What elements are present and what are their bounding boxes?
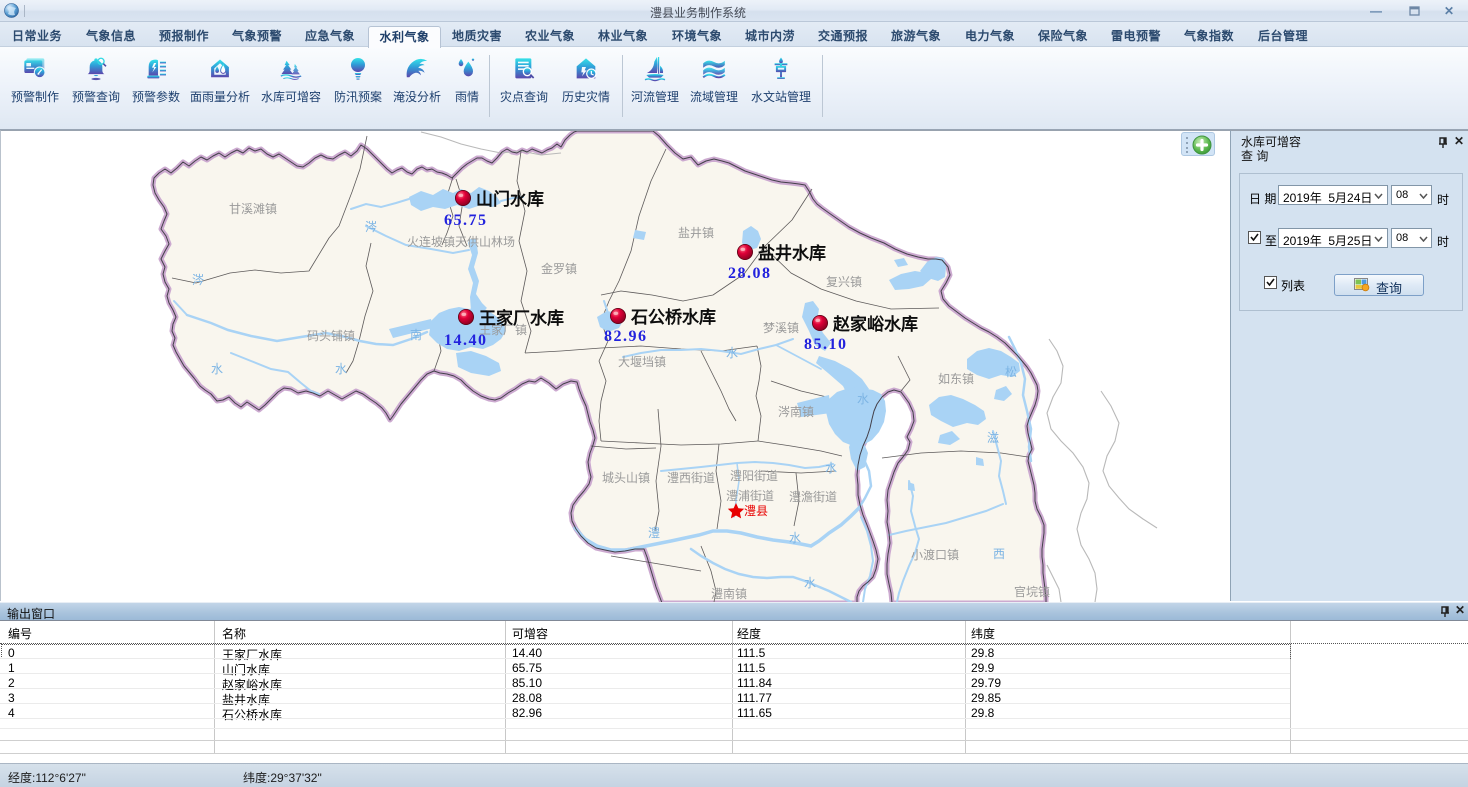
- svg-text:复兴镇: 复兴镇: [826, 275, 862, 289]
- svg-text:小渡口镇: 小渡口镇: [911, 547, 959, 562]
- svg-text:码头铺镇: 码头铺镇: [307, 329, 355, 343]
- svg-text:盐井水库: 盐井水库: [758, 243, 826, 263]
- svg-text:水: 水: [789, 531, 801, 545]
- svg-text:官垸镇: 官垸镇: [1014, 584, 1050, 599]
- svg-text:85.10: 85.10: [804, 336, 848, 353]
- svg-text:赵家峪水库: 赵家峪水库: [832, 314, 918, 334]
- svg-text:澧浦街道: 澧浦街道: [726, 489, 774, 503]
- svg-text:西: 西: [993, 547, 1005, 561]
- svg-text:山门水库: 山门水库: [476, 189, 544, 209]
- svg-text:火连坡镇: 火连坡镇: [407, 234, 455, 249]
- svg-text:14.40: 14.40: [444, 332, 488, 349]
- svg-text:水: 水: [804, 576, 816, 590]
- svg-text:南: 南: [410, 327, 422, 342]
- svg-text:滋: 滋: [987, 431, 999, 445]
- svg-text:澧澹街道: 澧澹街道: [789, 490, 837, 504]
- svg-text:水: 水: [726, 346, 738, 360]
- svg-text:涔南镇: 涔南镇: [778, 404, 814, 419]
- svg-text:澧县: 澧县: [744, 504, 768, 518]
- svg-text:28.08: 28.08: [728, 265, 772, 282]
- svg-text:梦溪镇: 梦溪镇: [763, 321, 799, 335]
- svg-text:大堰垱镇: 大堰垱镇: [618, 355, 666, 369]
- svg-text:如东镇: 如东镇: [938, 371, 974, 386]
- svg-text:澧西街道: 澧西街道: [667, 471, 715, 485]
- svg-text:水: 水: [211, 362, 223, 376]
- svg-text:澧: 澧: [648, 526, 660, 540]
- svg-text:澧南镇: 澧南镇: [711, 586, 747, 601]
- svg-text:城头山镇: 城头山镇: [602, 471, 650, 485]
- svg-text:水: 水: [335, 362, 347, 376]
- svg-text:王家厂水库: 王家厂水库: [479, 308, 564, 328]
- svg-text:水: 水: [825, 461, 837, 475]
- svg-text:82.96: 82.96: [604, 328, 648, 345]
- svg-text:天供山林场: 天供山林场: [455, 235, 515, 249]
- svg-text:涔: 涔: [192, 273, 204, 287]
- svg-text:水: 水: [857, 392, 869, 406]
- svg-text:盐井镇: 盐井镇: [678, 226, 714, 240]
- svg-text:金罗镇: 金罗镇: [541, 261, 577, 276]
- svg-text:甘溪滩镇: 甘溪滩镇: [229, 202, 277, 216]
- svg-text:松: 松: [1005, 365, 1017, 379]
- svg-text:65.75: 65.75: [444, 212, 488, 229]
- svg-text:涔: 涔: [365, 220, 377, 234]
- svg-text:石公桥水库: 石公桥水库: [630, 307, 716, 327]
- svg-text:澧阳街道: 澧阳街道: [730, 469, 778, 483]
